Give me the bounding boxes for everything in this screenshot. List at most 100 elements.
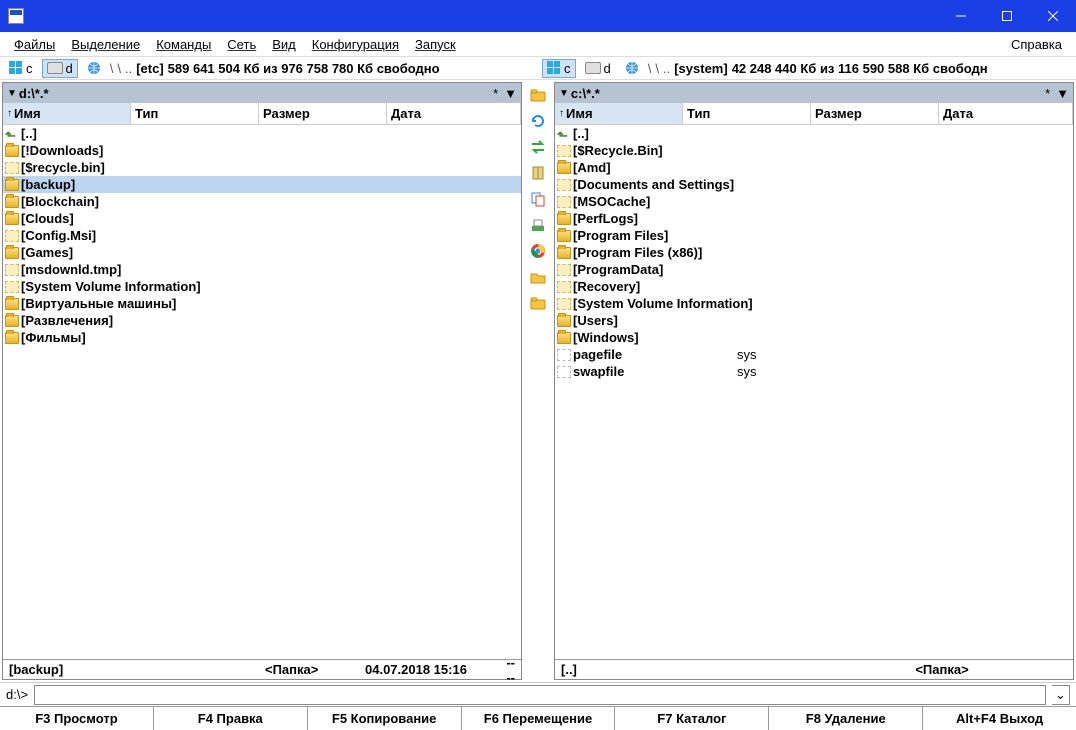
fkey-altf4[interactable]: Alt+F4 Выход bbox=[923, 707, 1076, 730]
list-item[interactable]: [Users] bbox=[555, 312, 1073, 329]
list-item[interactable]: [PerfLogs] bbox=[555, 210, 1073, 227]
header-date[interactable]: Дата bbox=[939, 103, 1073, 124]
list-item[interactable]: [Recovery] bbox=[555, 278, 1073, 295]
tool-chrome-icon[interactable] bbox=[529, 242, 547, 260]
list-item[interactable]: [!Downloads] bbox=[3, 142, 521, 159]
drivebar: c d \ \ .. [etc] 589 641 504 Кб из 976 7… bbox=[0, 56, 1076, 80]
fkey-f6[interactable]: F6 Перемещение bbox=[462, 707, 616, 730]
drive-backslash[interactable]: \ bbox=[655, 61, 659, 76]
list-item[interactable]: swapfilesys bbox=[555, 363, 1073, 380]
list-item[interactable]: pagefilesys bbox=[555, 346, 1073, 363]
fkey-f3[interactable]: F3 Просмотр bbox=[0, 707, 154, 730]
fkey-f4[interactable]: F4 Правка bbox=[154, 707, 308, 730]
menu-run[interactable]: Запуск bbox=[407, 35, 464, 54]
list-item[interactable]: [ProgramData] bbox=[555, 261, 1073, 278]
tool-folder2-icon[interactable] bbox=[529, 294, 547, 312]
list-item[interactable]: ⬑[..] bbox=[555, 125, 1073, 142]
drive-c-left[interactable]: c bbox=[4, 59, 38, 78]
tool-swap-icon[interactable] bbox=[529, 138, 547, 156]
tool-archive-icon[interactable] bbox=[529, 164, 547, 182]
right-column-headers: ↑Имя Тип Размер Дата bbox=[555, 103, 1073, 125]
list-item[interactable]: [Games] bbox=[3, 244, 521, 261]
list-item[interactable]: [Amd] bbox=[555, 159, 1073, 176]
header-size[interactable]: Размер bbox=[811, 103, 939, 124]
hidden-folder-icon bbox=[5, 162, 19, 174]
item-name: [Config.Msi] bbox=[21, 228, 96, 243]
list-item[interactable]: [msdownld.tmp] bbox=[3, 261, 521, 278]
left-path-bar[interactable]: ▼ d:\*.* * ▼ bbox=[3, 83, 521, 103]
chevron-down-icon[interactable]: ▼ bbox=[559, 88, 569, 99]
list-item[interactable]: [Фильмы] bbox=[3, 329, 521, 346]
minimize-button[interactable] bbox=[938, 0, 984, 32]
drive-d-right[interactable]: d bbox=[580, 59, 616, 78]
hidden-folder-icon bbox=[557, 264, 571, 276]
windows-icon bbox=[547, 61, 561, 75]
menu-config[interactable]: Конфигурация bbox=[304, 35, 407, 54]
drive-c-right[interactable]: c bbox=[542, 59, 576, 78]
chevron-down-icon[interactable]: ▼ bbox=[7, 88, 17, 99]
header-type[interactable]: Тип bbox=[131, 103, 259, 124]
list-item[interactable]: [MSOCache] bbox=[555, 193, 1073, 210]
menu-selection[interactable]: Выделение bbox=[63, 35, 148, 54]
header-date[interactable]: Дата bbox=[387, 103, 521, 124]
cmd-history-dropdown[interactable]: ⌄ bbox=[1052, 685, 1070, 705]
list-item[interactable]: [Program Files] bbox=[555, 227, 1073, 244]
chevron-down-icon[interactable]: ▼ bbox=[504, 86, 517, 101]
left-file-list[interactable]: ⬑[..][!Downloads][$recycle.bin][backup][… bbox=[3, 125, 521, 659]
tool-folder-icon[interactable] bbox=[529, 86, 547, 104]
folder-icon bbox=[557, 162, 571, 174]
drive-updir[interactable]: .. bbox=[663, 61, 670, 76]
tool-folder-open-icon[interactable] bbox=[529, 268, 547, 286]
drive-network-left[interactable] bbox=[82, 59, 106, 77]
list-item[interactable]: [System Volume Information] bbox=[3, 278, 521, 295]
header-name[interactable]: ↑Имя bbox=[3, 103, 131, 124]
drive-volume-name: [etc] bbox=[136, 61, 163, 76]
list-item[interactable]: [Clouds] bbox=[3, 210, 521, 227]
right-path-bar[interactable]: ▼ c:\*.* * ▼ bbox=[555, 83, 1073, 103]
menu-net[interactable]: Сеть bbox=[219, 35, 264, 54]
close-button[interactable] bbox=[1030, 0, 1076, 32]
menu-files[interactable]: Файлы bbox=[6, 35, 63, 54]
item-name: [System Volume Information] bbox=[21, 279, 201, 294]
drive-network-right[interactable] bbox=[620, 59, 644, 77]
list-item[interactable]: [$recycle.bin] bbox=[3, 159, 521, 176]
fkey-f5[interactable]: F5 Копирование bbox=[308, 707, 462, 730]
list-item[interactable]: [System Volume Information] bbox=[555, 295, 1073, 312]
list-item[interactable]: [Program Files (x86)] bbox=[555, 244, 1073, 261]
cmd-input[interactable] bbox=[34, 685, 1046, 705]
drive-backslash[interactable]: \ bbox=[110, 61, 114, 76]
list-item[interactable]: [Windows] bbox=[555, 329, 1073, 346]
maximize-button[interactable] bbox=[984, 0, 1030, 32]
menu-help[interactable]: Справка bbox=[1003, 35, 1070, 54]
header-name[interactable]: ↑Имя bbox=[555, 103, 683, 124]
list-item[interactable]: [backup] bbox=[3, 176, 521, 193]
menu-view[interactable]: Вид bbox=[264, 35, 304, 54]
drive-backslash[interactable]: \ bbox=[648, 61, 652, 76]
list-item[interactable]: ⬑[..] bbox=[3, 125, 521, 142]
drive-backslash[interactable]: \ bbox=[117, 61, 121, 76]
drive-d-left[interactable]: d bbox=[42, 59, 78, 78]
list-item[interactable]: [Виртуальные машины] bbox=[3, 295, 521, 312]
tool-refresh-icon[interactable] bbox=[529, 112, 547, 130]
list-item[interactable]: [Развлечения] bbox=[3, 312, 521, 329]
path-star[interactable]: * bbox=[493, 86, 498, 101]
drive-updir[interactable]: .. bbox=[125, 61, 132, 76]
list-item[interactable]: [$Recycle.Bin] bbox=[555, 142, 1073, 159]
right-file-list[interactable]: ⬑[..][$Recycle.Bin][Amd][Documents and S… bbox=[555, 125, 1073, 659]
list-item[interactable]: [Config.Msi] bbox=[3, 227, 521, 244]
menu-commands[interactable]: Команды bbox=[148, 35, 219, 54]
header-size[interactable]: Размер bbox=[259, 103, 387, 124]
fkey-f8[interactable]: F8 Удаление bbox=[769, 707, 923, 730]
folder-icon bbox=[557, 332, 571, 344]
path-star[interactable]: * bbox=[1045, 86, 1050, 101]
list-item[interactable]: [Blockchain] bbox=[3, 193, 521, 210]
hidden-folder-icon bbox=[5, 281, 19, 293]
hidden-folder-icon bbox=[557, 298, 571, 310]
folder-icon bbox=[557, 315, 571, 327]
tool-copy-icon[interactable] bbox=[529, 190, 547, 208]
list-item[interactable]: [Documents and Settings] bbox=[555, 176, 1073, 193]
tool-settings-icon[interactable] bbox=[529, 216, 547, 234]
header-type[interactable]: Тип bbox=[683, 103, 811, 124]
chevron-down-icon[interactable]: ▼ bbox=[1056, 86, 1069, 101]
fkey-f7[interactable]: F7 Каталог bbox=[615, 707, 769, 730]
